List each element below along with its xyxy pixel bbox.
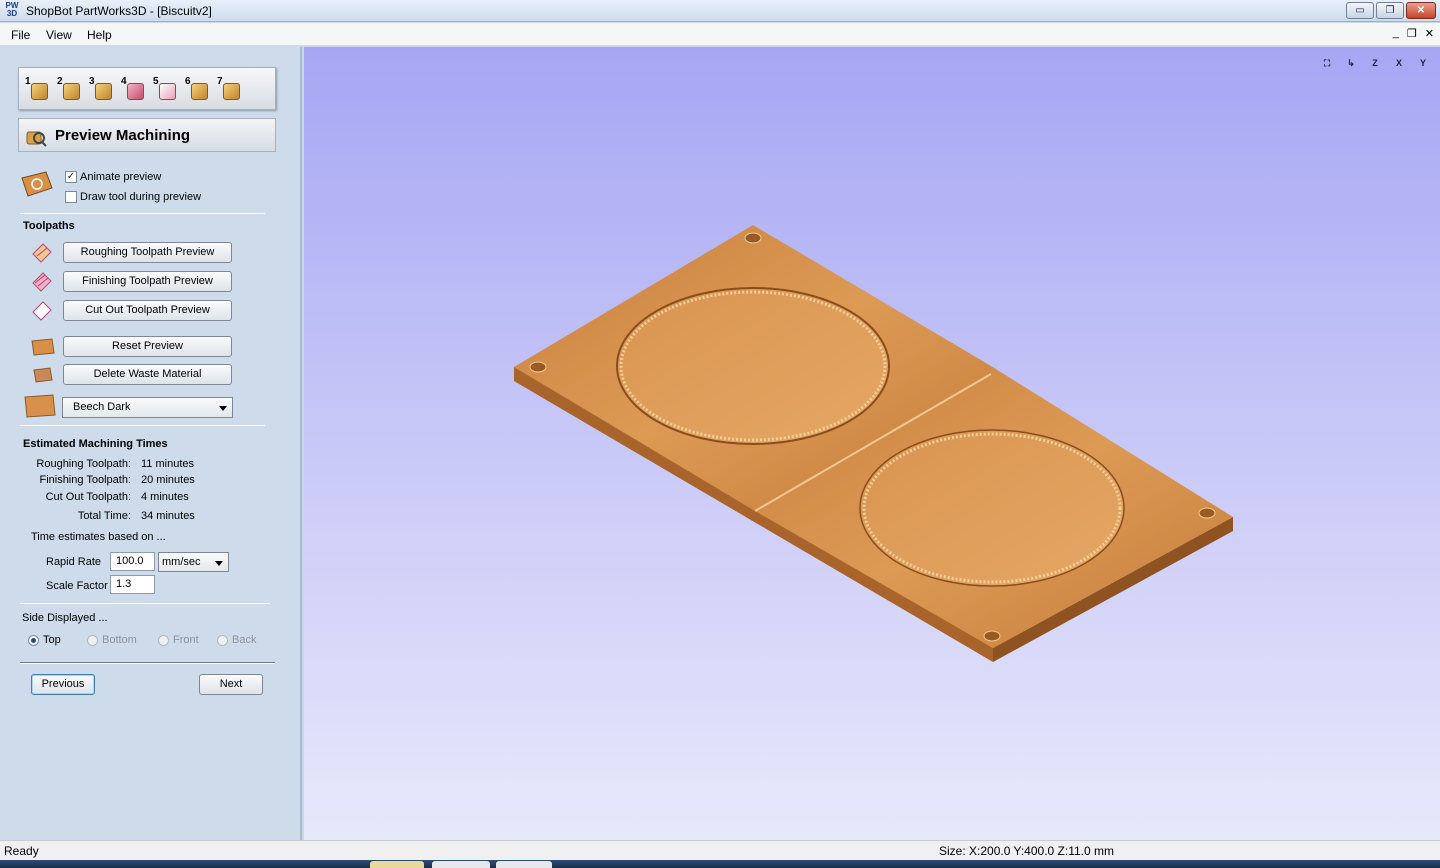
menu-view[interactable]: View: [46, 28, 72, 42]
finishing-time-label: Finishing Toolpath:: [39, 474, 131, 486]
os-taskbar: [0, 860, 1440, 868]
chevron-down-icon: [215, 561, 223, 566]
divider: [20, 213, 265, 214]
minimize-button[interactable]: ▭: [1346, 2, 1374, 19]
draw-tool-option[interactable]: Draw tool during preview: [65, 190, 201, 204]
scale-factor-label: Scale Factor: [46, 580, 108, 592]
animate-preview-icon: [21, 171, 53, 197]
mdi-restore-button[interactable]: ❐: [1407, 27, 1417, 40]
scale-factor-input[interactable]: 1.3: [110, 575, 155, 594]
window-title: ShopBot PartWorks3D - [Biscuitv2]: [26, 4, 212, 18]
mdi-close-button[interactable]: ✕: [1425, 27, 1434, 40]
material-select-value: Beech Dark: [73, 401, 131, 413]
finishing-time-value: 20 minutes: [141, 474, 195, 486]
size-readout: Size: X:200.0 Y:400.0 Z:11.0 mm: [939, 844, 1114, 858]
step-4-icon[interactable]: 4: [121, 76, 147, 104]
finishing-toolpath-icon: [32, 272, 52, 292]
step-7-icon[interactable]: 7: [217, 76, 243, 104]
taskbar-item[interactable]: [496, 861, 552, 868]
cutout-preview-button[interactable]: Cut Out Toolpath Preview: [63, 300, 232, 321]
divider: [20, 603, 270, 604]
side-back-radio[interactable]: [217, 634, 228, 646]
divider: [20, 662, 275, 664]
chevron-down-icon: [219, 406, 227, 411]
toolpaths-heading: Toolpaths: [23, 220, 75, 232]
delete-waste-button[interactable]: Delete Waste Material: [63, 364, 232, 385]
step-toolbar: 1 2 3 4 5 6 7: [18, 67, 276, 110]
side-top-label: Top: [43, 634, 61, 646]
side-bottom-radio[interactable]: [87, 634, 98, 646]
mdi-minimize-button[interactable]: _: [1393, 27, 1399, 40]
step-3-icon[interactable]: 3: [89, 76, 115, 104]
menu-file[interactable]: File: [11, 28, 30, 42]
side-back-option[interactable]: Back: [217, 634, 256, 646]
cutout-time-label: Cut Out Toolpath:: [45, 491, 131, 503]
right-pocket: [859, 429, 1125, 587]
machining-times-heading: Estimated Machining Times: [23, 438, 168, 450]
left-pocket: [616, 287, 890, 445]
roughing-toolpath-icon: [32, 243, 52, 263]
side-back-label: Back: [232, 634, 257, 646]
time-estimates-note: Time estimates based on ...: [31, 531, 166, 543]
side-top-option[interactable]: Top: [28, 634, 61, 646]
animate-preview-label: Animate preview: [80, 171, 162, 183]
side-displayed-heading: Side Displayed ...: [22, 612, 108, 624]
draw-tool-label: Draw tool during preview: [80, 191, 202, 203]
side-top-radio[interactable]: [28, 634, 39, 646]
hole-bottom: [983, 630, 1001, 642]
side-bottom-option[interactable]: Bottom: [87, 634, 137, 646]
hole-right: [1198, 507, 1216, 519]
step-5-icon[interactable]: 5: [153, 76, 179, 104]
roughing-time-value: 11 minutes: [141, 458, 194, 470]
taskbar-item[interactable]: [370, 861, 424, 868]
divider: [20, 425, 265, 426]
menu-bar: File View Help _ ❐ ✕: [0, 23, 1440, 46]
reset-preview-button[interactable]: Reset Preview: [63, 336, 232, 357]
status-text: Ready: [4, 844, 39, 858]
step-1-icon[interactable]: 1: [25, 76, 51, 104]
close-button[interactable]: ✕: [1406, 2, 1436, 19]
next-button[interactable]: Next: [199, 674, 263, 695]
page-header: Preview Machining: [18, 118, 276, 152]
side-front-radio[interactable]: [158, 634, 169, 646]
status-bar: Ready Size: X:200.0 Y:400.0 Z:11.0 mm: [0, 840, 1440, 860]
total-time-label: Total Time:: [77, 510, 131, 522]
material-swatch-icon: [24, 394, 56, 418]
cutout-toolpath-icon: [32, 301, 52, 321]
left-panel: 1 2 3 4 5 6 7 Preview Machining ✓ Animat…: [0, 47, 302, 840]
hole-left: [529, 361, 547, 373]
page-title: Preview Machining: [55, 127, 191, 144]
step-2-icon[interactable]: 2: [57, 76, 83, 104]
rapid-rate-input[interactable]: 100.0: [110, 552, 155, 571]
animate-preview-option[interactable]: ✓ Animate preview: [65, 170, 161, 184]
3d-viewport[interactable]: ⛶ ↳ Z X Y: [304, 47, 1440, 840]
preview-machining-icon: [26, 131, 47, 147]
side-front-label: Front: [173, 634, 199, 646]
rapid-rate-unit-select[interactable]: mm/sec: [158, 552, 229, 572]
previous-button[interactable]: Previous: [31, 674, 95, 695]
restore-button[interactable]: ❐: [1376, 2, 1404, 19]
title-bar: PW 3D ShopBot PartWorks3D - [Biscuitv2] …: [0, 0, 1440, 22]
total-time-value: 34 minutes: [141, 510, 195, 522]
roughing-time-label: Roughing Toolpath:: [36, 458, 131, 470]
taskbar-item[interactable]: [432, 861, 490, 868]
cutout-time-value: 4 minutes: [141, 491, 189, 503]
rapid-rate-unit-value: mm/sec: [162, 556, 201, 568]
hole-top: [744, 232, 762, 244]
delete-waste-icon: [33, 367, 53, 383]
roughing-preview-button[interactable]: Roughing Toolpath Preview: [63, 242, 232, 263]
draw-tool-checkbox[interactable]: [65, 191, 77, 203]
app-icon-label: PW 3D: [5, 1, 19, 18]
reset-preview-icon: [31, 338, 55, 356]
side-bottom-label: Bottom: [102, 634, 137, 646]
app-icon: PW 3D: [3, 2, 21, 20]
wood-model: [514, 225, 1233, 662]
menu-help[interactable]: Help: [87, 28, 112, 42]
material-select[interactable]: Beech Dark: [62, 397, 233, 418]
side-front-option[interactable]: Front: [158, 634, 199, 646]
finishing-preview-button[interactable]: Finishing Toolpath Preview: [63, 271, 232, 292]
rapid-rate-label: Rapid Rate: [46, 556, 102, 568]
step-6-icon[interactable]: 6: [185, 76, 211, 104]
animate-preview-checkbox[interactable]: ✓: [65, 171, 77, 183]
